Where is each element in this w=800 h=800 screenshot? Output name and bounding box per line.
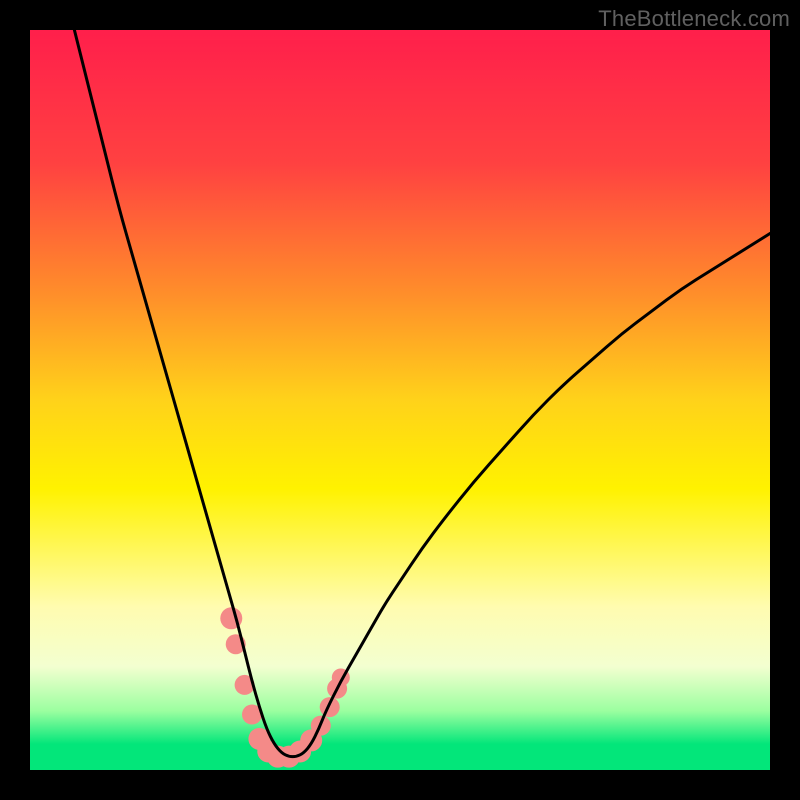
chart-frame: TheBottleneck.com	[0, 0, 800, 800]
chart-svg	[30, 30, 770, 770]
plot-area	[30, 30, 770, 770]
watermark-text: TheBottleneck.com	[598, 6, 790, 32]
gradient-background	[30, 30, 770, 770]
